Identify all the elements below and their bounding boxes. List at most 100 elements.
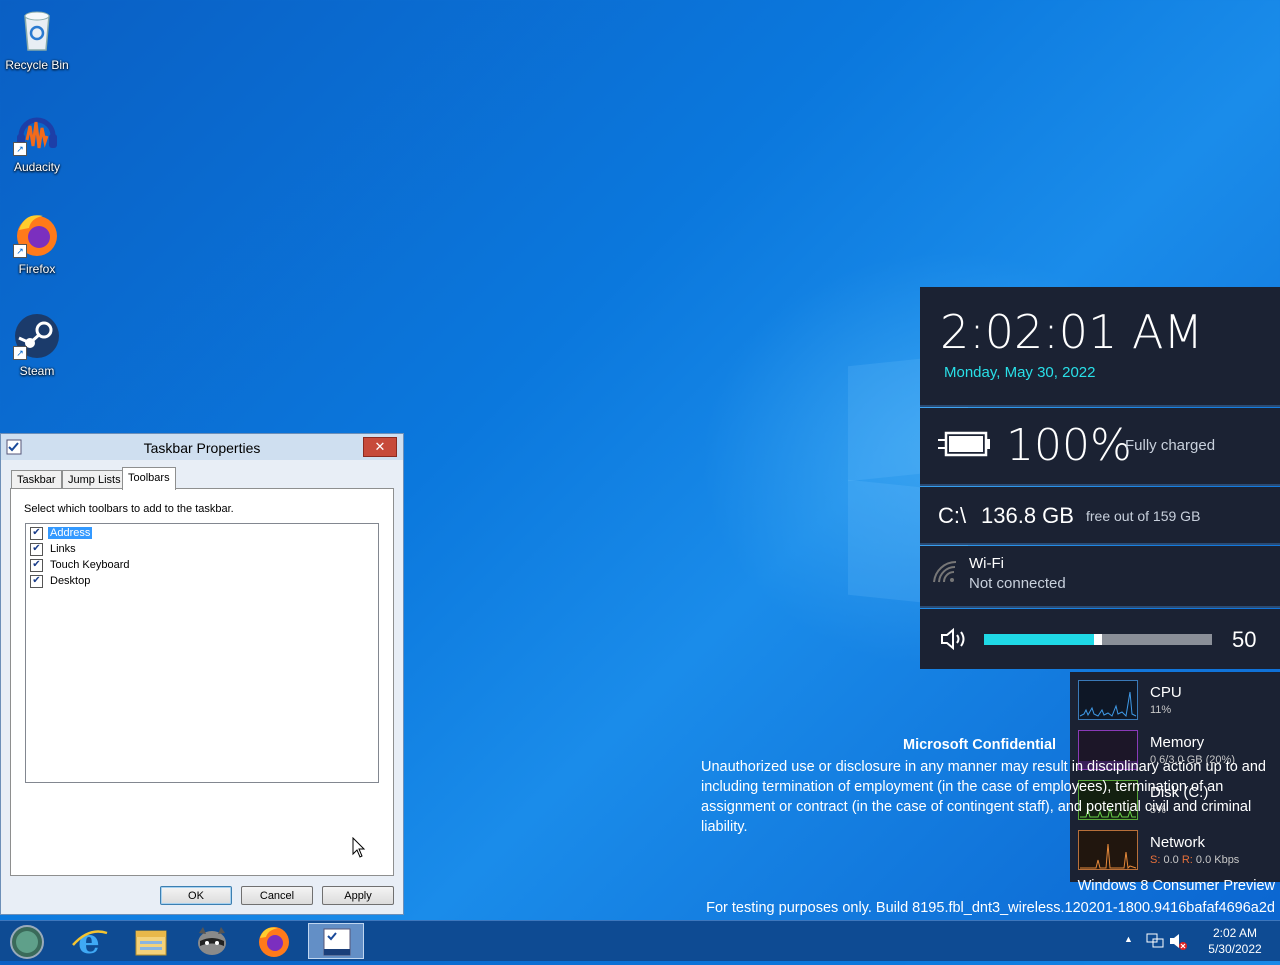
checkbox-checked-icon[interactable]: ✔ bbox=[30, 575, 43, 588]
start-orb-icon bbox=[10, 925, 44, 959]
gadget-divider bbox=[920, 405, 1280, 407]
clock-time: 2:02:01 AM bbox=[940, 305, 1204, 359]
taskbar-taskbar-properties[interactable] bbox=[308, 923, 364, 959]
desktop-icon-steam[interactable]: ↗ Steam bbox=[0, 312, 74, 378]
clock-date: Monday, May 30, 2022 bbox=[944, 364, 1096, 381]
volume-slider[interactable] bbox=[984, 634, 1212, 645]
taskbar-internet-explorer[interactable]: e bbox=[61, 922, 117, 962]
mouse-cursor-icon bbox=[352, 836, 366, 864]
taskbar-properties-dialog: Taskbar Properties ✕ Taskbar Jump Lists … bbox=[0, 433, 404, 915]
steam-icon: ↗ bbox=[13, 312, 61, 360]
desktop-icon-audacity[interactable]: ↗ Audacity bbox=[0, 108, 74, 174]
disk-gadget: C:\ 136.8 GB free out of 159 GB bbox=[920, 487, 1280, 543]
tab-taskbar[interactable]: Taskbar bbox=[11, 470, 62, 489]
firefox-icon: ↗ bbox=[13, 210, 61, 258]
desktop-icon-firefox[interactable]: ↗ Firefox bbox=[0, 210, 74, 276]
network-receive-label: R: bbox=[1181, 854, 1193, 866]
checkbox-checked-icon[interactable]: ✔ bbox=[30, 527, 43, 540]
apply-button[interactable]: Apply bbox=[322, 886, 394, 905]
toolbar-option-desktop[interactable]: ✔ Desktop bbox=[30, 574, 92, 589]
network-value: S: 0.0 R: 0.0 Kbps bbox=[1150, 854, 1239, 866]
volume-muted-tray-icon[interactable] bbox=[1168, 921, 1188, 961]
volume-thumb[interactable] bbox=[1094, 634, 1102, 645]
checkbox-checked-icon[interactable]: ✔ bbox=[30, 543, 43, 556]
close-button[interactable]: ✕ bbox=[363, 437, 397, 457]
toolbar-option-label: Desktop bbox=[50, 575, 91, 587]
toolbar-option-label: Touch Keyboard bbox=[50, 559, 130, 571]
battery-charging-icon bbox=[936, 430, 992, 463]
clock-gadget: 2:02:01 AM Monday, May 30, 2022 bbox=[920, 287, 1280, 405]
volume-fill bbox=[984, 634, 1098, 645]
volume-level: 50 bbox=[1232, 627, 1257, 652]
ok-button[interactable]: OK bbox=[160, 886, 232, 905]
battery-status: Fully charged bbox=[1125, 437, 1216, 454]
desktop-icon-recycle-bin[interactable]: Recycle Bin bbox=[0, 6, 74, 72]
confidential-body: Unauthorized use or disclosure in any ma… bbox=[701, 759, 1266, 835]
recycle-bin-icon bbox=[13, 6, 61, 54]
tray-clock[interactable]: 2:02 AM 5/30/2022 bbox=[1196, 921, 1274, 961]
speaker-icon[interactable] bbox=[940, 627, 968, 655]
chevron-up-icon: ▲ bbox=[1124, 934, 1133, 944]
gadget-divider bbox=[920, 606, 1280, 608]
svg-text:e: e bbox=[78, 923, 100, 959]
cpu-graph bbox=[1078, 680, 1138, 720]
cpu-meter: CPU 11% bbox=[1078, 680, 1278, 724]
desktop-icon-label: Steam bbox=[19, 364, 55, 378]
disk-drive-label: C:\ bbox=[938, 503, 967, 528]
toolbar-option-touch-keyboard[interactable]: ✔ Touch Keyboard bbox=[30, 558, 132, 573]
toolbar-option-links[interactable]: ✔ Links bbox=[30, 542, 78, 557]
desktop-icon-label: Recycle Bin bbox=[5, 58, 69, 72]
toolbar-option-address[interactable]: ✔ Address bbox=[30, 526, 93, 541]
confidential-title: Microsoft Confidential bbox=[903, 737, 1057, 753]
wifi-icon bbox=[932, 560, 960, 589]
raccoon-app-icon bbox=[198, 927, 226, 955]
cancel-button[interactable]: Cancel bbox=[241, 886, 313, 905]
taskbar-raccoon-app[interactable] bbox=[184, 923, 240, 959]
desktop-icon-label: Audacity bbox=[13, 160, 61, 174]
wifi-status: Not connected bbox=[969, 575, 1066, 592]
network-send-value: 0.0 bbox=[1163, 854, 1179, 866]
tab-toolbars[interactable]: Toolbars bbox=[122, 467, 176, 490]
watermark-edition: Windows 8 Consumer Preview bbox=[1077, 878, 1275, 894]
instruction-text: Select which toolbars to add to the task… bbox=[24, 503, 234, 515]
shortcut-arrow-icon: ↗ bbox=[13, 244, 27, 258]
network-receive-value: 0.0 Kbps bbox=[1195, 854, 1240, 866]
disk-total-text: free out of 159 GB bbox=[1086, 508, 1201, 524]
internet-explorer-icon: e bbox=[72, 922, 108, 962]
taskbar: e ▲ 2:02 AM 5/30/2022 bbox=[0, 920, 1280, 962]
toolbar-option-label: Links bbox=[50, 543, 76, 555]
toolbar-option-label: Address bbox=[48, 527, 93, 539]
tab-jump-lists[interactable]: Jump Lists bbox=[62, 470, 127, 489]
shortcut-arrow-icon: ↗ bbox=[13, 142, 27, 156]
tray-date: 5/30/2022 bbox=[1208, 942, 1262, 956]
network-tray-icon[interactable] bbox=[1145, 921, 1165, 961]
dialog-title: Taskbar Properties bbox=[143, 440, 261, 456]
gadget-divider bbox=[920, 484, 1280, 486]
checkbox-checked-icon[interactable]: ✔ bbox=[30, 559, 43, 572]
wifi-gadget[interactable]: Wi-Fi Not connected bbox=[920, 546, 1280, 606]
gadget-divider bbox=[920, 543, 1280, 545]
cpu-value: 11% bbox=[1150, 704, 1172, 716]
wifi-name: Wi-Fi bbox=[969, 555, 1004, 572]
toolbars-tab-panel: Select which toolbars to add to the task… bbox=[10, 488, 394, 876]
battery-percent: 100% bbox=[1006, 420, 1132, 471]
network-send-label: S: bbox=[1150, 854, 1161, 866]
dialog-titlebar[interactable]: Taskbar Properties ✕ bbox=[1, 434, 403, 460]
audacity-icon: ↗ bbox=[13, 108, 61, 156]
desktop-icon-label: Firefox bbox=[18, 262, 56, 276]
taskbar-file-explorer[interactable] bbox=[122, 923, 178, 959]
watermark-build: For testing purposes only. Build 8195.fb… bbox=[706, 900, 1275, 916]
memory-title: Memory bbox=[1150, 734, 1205, 751]
volume-gadget: 50 bbox=[920, 609, 1280, 669]
taskbar-firefox[interactable] bbox=[246, 923, 302, 959]
cpu-title: CPU bbox=[1150, 684, 1182, 701]
start-button[interactable] bbox=[0, 923, 56, 959]
file-explorer-icon bbox=[135, 930, 167, 956]
toolbars-listbox[interactable]: ✔ Address ✔ Links ✔ Touch Keyboard ✔ Desktop bbox=[25, 523, 379, 783]
disk-free-value: 136.8 GB bbox=[981, 503, 1074, 528]
battery-gadget: 100% Fully charged bbox=[920, 408, 1280, 484]
shortcut-arrow-icon: ↗ bbox=[13, 346, 27, 360]
taskbar-properties-icon bbox=[323, 928, 351, 956]
firefox-icon bbox=[259, 927, 289, 957]
tray-time: 2:02 AM bbox=[1212, 926, 1258, 940]
